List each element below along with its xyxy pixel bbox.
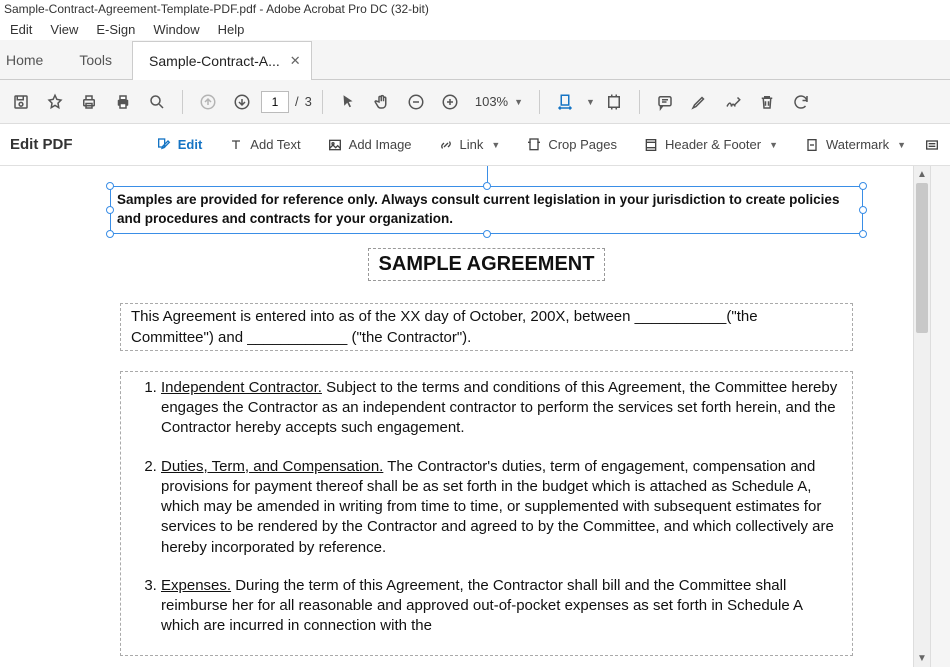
scroll-down-icon[interactable]: ▼ <box>914 650 930 667</box>
crop-pages-label: Crop Pages <box>548 137 617 152</box>
tab-tools[interactable]: Tools <box>59 40 132 79</box>
doc-title-frame[interactable]: SAMPLE AGREEMENT <box>110 248 863 281</box>
clause-2[interactable]: Duties, Term, and Compensation. The Cont… <box>161 457 838 558</box>
clause-3[interactable]: Expenses. During the term of this Agreem… <box>161 576 838 637</box>
tab-bar: Home Tools Sample-Contract-A... ✕ <box>0 40 950 80</box>
zoom-out-icon[interactable] <box>401 87 431 117</box>
resize-handle-br[interactable] <box>859 230 867 238</box>
window-title: Sample-Contract-Agreement-Template-PDF.p… <box>4 2 429 16</box>
intro-frame[interactable]: This Agreement is entered into as of the… <box>120 303 853 351</box>
separator <box>182 90 183 114</box>
save-icon[interactable] <box>6 87 36 117</box>
chevron-down-icon[interactable]: ▼ <box>586 97 595 107</box>
page-total: 3 <box>305 94 312 109</box>
tab-document[interactable]: Sample-Contract-A... ✕ <box>132 41 312 80</box>
edit-pdf-title: Edit PDF <box>6 136 87 153</box>
refresh-icon[interactable] <box>786 87 816 117</box>
resize-handle-tm[interactable] <box>483 182 491 190</box>
separator <box>639 90 640 114</box>
resize-handle-tl[interactable] <box>106 182 114 190</box>
edit-button[interactable]: Edit <box>144 130 215 160</box>
vertical-scrollbar[interactable]: ▲ ▼ <box>913 166 930 667</box>
zoom-in-icon[interactable] <box>435 87 465 117</box>
intro-text[interactable]: This Agreement is entered into as of the… <box>131 308 758 346</box>
print-icon[interactable] <box>74 87 104 117</box>
add-image-button[interactable]: Add Image <box>315 130 424 160</box>
clause-1-head[interactable]: Independent Contractor. <box>161 379 322 396</box>
scroll-up-icon[interactable]: ▲ <box>914 166 930 183</box>
resize-handle-ml[interactable] <box>106 206 114 214</box>
chevron-down-icon: ▼ <box>897 140 906 150</box>
menu-edit[interactable]: Edit <box>10 22 32 37</box>
document-content: C Samples are provided for reference onl… <box>0 166 913 656</box>
add-text-button[interactable]: Add Text <box>216 130 312 160</box>
chevron-down-icon: ▼ <box>514 97 523 107</box>
scroll-mode-icon[interactable] <box>599 87 629 117</box>
resize-handle-bl[interactable] <box>106 230 114 238</box>
tab-document-label: Sample-Contract-A... <box>149 53 280 69</box>
fit-width-icon[interactable] <box>550 87 580 117</box>
clause-3-head[interactable]: Expenses. <box>161 577 231 594</box>
menu-bar: Edit View E-Sign Window Help <box>0 18 950 40</box>
close-tab-icon[interactable]: ✕ <box>290 53 301 69</box>
notice-text[interactable]: Samples are provided for reference only.… <box>117 191 856 229</box>
watermark-button[interactable]: Watermark ▼ <box>792 130 918 160</box>
header-footer-button[interactable]: Header & Footer ▼ <box>631 130 790 160</box>
page-indicator: / 3 <box>261 91 312 113</box>
cursor-icon[interactable] <box>333 87 363 117</box>
crop-pages-button[interactable]: Crop Pages <box>514 130 629 160</box>
doc-title-text[interactable]: SAMPLE AGREEMENT <box>368 248 606 281</box>
menu-help[interactable]: Help <box>218 22 245 37</box>
comment-icon[interactable] <box>650 87 680 117</box>
separator <box>322 90 323 114</box>
edit-label: Edit <box>178 137 203 152</box>
search-icon[interactable] <box>142 87 172 117</box>
tab-home[interactable]: Home <box>0 40 59 79</box>
right-panel-strip[interactable] <box>930 166 950 667</box>
scroll-thumb[interactable] <box>916 183 928 333</box>
main-toolbar: / 3 103% ▼ ▼ <box>0 80 950 124</box>
link-label: Link <box>460 137 484 152</box>
menu-esign[interactable]: E-Sign <box>96 22 135 37</box>
zoom-value: 103% <box>475 94 508 109</box>
separator <box>539 90 540 114</box>
add-image-label: Add Image <box>349 137 412 152</box>
edit-pdf-toolbar: Edit PDF Edit Add Text Add Image Link ▼ … <box>0 124 950 166</box>
watermark-label: Watermark <box>826 137 889 152</box>
menu-view[interactable]: View <box>50 22 78 37</box>
clause-2-head[interactable]: Duties, Term, and Compensation. <box>161 458 383 475</box>
highlight-icon[interactable] <box>684 87 714 117</box>
sign-icon[interactable] <box>718 87 748 117</box>
page-up-icon[interactable] <box>193 87 223 117</box>
hand-icon[interactable] <box>367 87 397 117</box>
chevron-down-icon: ▼ <box>491 140 500 150</box>
resize-handle-tr[interactable] <box>859 182 867 190</box>
window-titlebar: Sample-Contract-Agreement-Template-PDF.p… <box>0 0 950 18</box>
body-frame[interactable]: Independent Contractor. Subject to the t… <box>120 371 853 656</box>
link-button[interactable]: Link ▼ <box>426 130 513 160</box>
chevron-down-icon: ▼ <box>769 140 778 150</box>
delete-icon[interactable] <box>752 87 782 117</box>
star-icon[interactable] <box>40 87 70 117</box>
resize-handle-bm[interactable] <box>483 230 491 238</box>
header-footer-label: Header & Footer <box>665 137 761 152</box>
page-sep: / <box>295 94 299 109</box>
more-button[interactable] <box>920 130 944 160</box>
clause-3-body[interactable]: During the term of this Agreement, the C… <box>161 577 802 635</box>
add-text-label: Add Text <box>250 137 300 152</box>
rotate-stem <box>487 166 488 182</box>
clause-1[interactable]: Independent Contractor. Subject to the t… <box>161 378 838 439</box>
selected-text-frame[interactable]: C Samples are provided for reference onl… <box>110 186 863 234</box>
resize-handle-mr[interactable] <box>859 206 867 214</box>
zoom-level[interactable]: 103% ▼ <box>469 94 529 109</box>
menu-window[interactable]: Window <box>153 22 199 37</box>
page-number-input[interactable] <box>261 91 289 113</box>
page-down-icon[interactable] <box>227 87 257 117</box>
work-area: C Samples are provided for reference onl… <box>0 166 950 667</box>
page-canvas[interactable]: C Samples are provided for reference onl… <box>0 166 913 667</box>
print2-icon[interactable] <box>108 87 138 117</box>
